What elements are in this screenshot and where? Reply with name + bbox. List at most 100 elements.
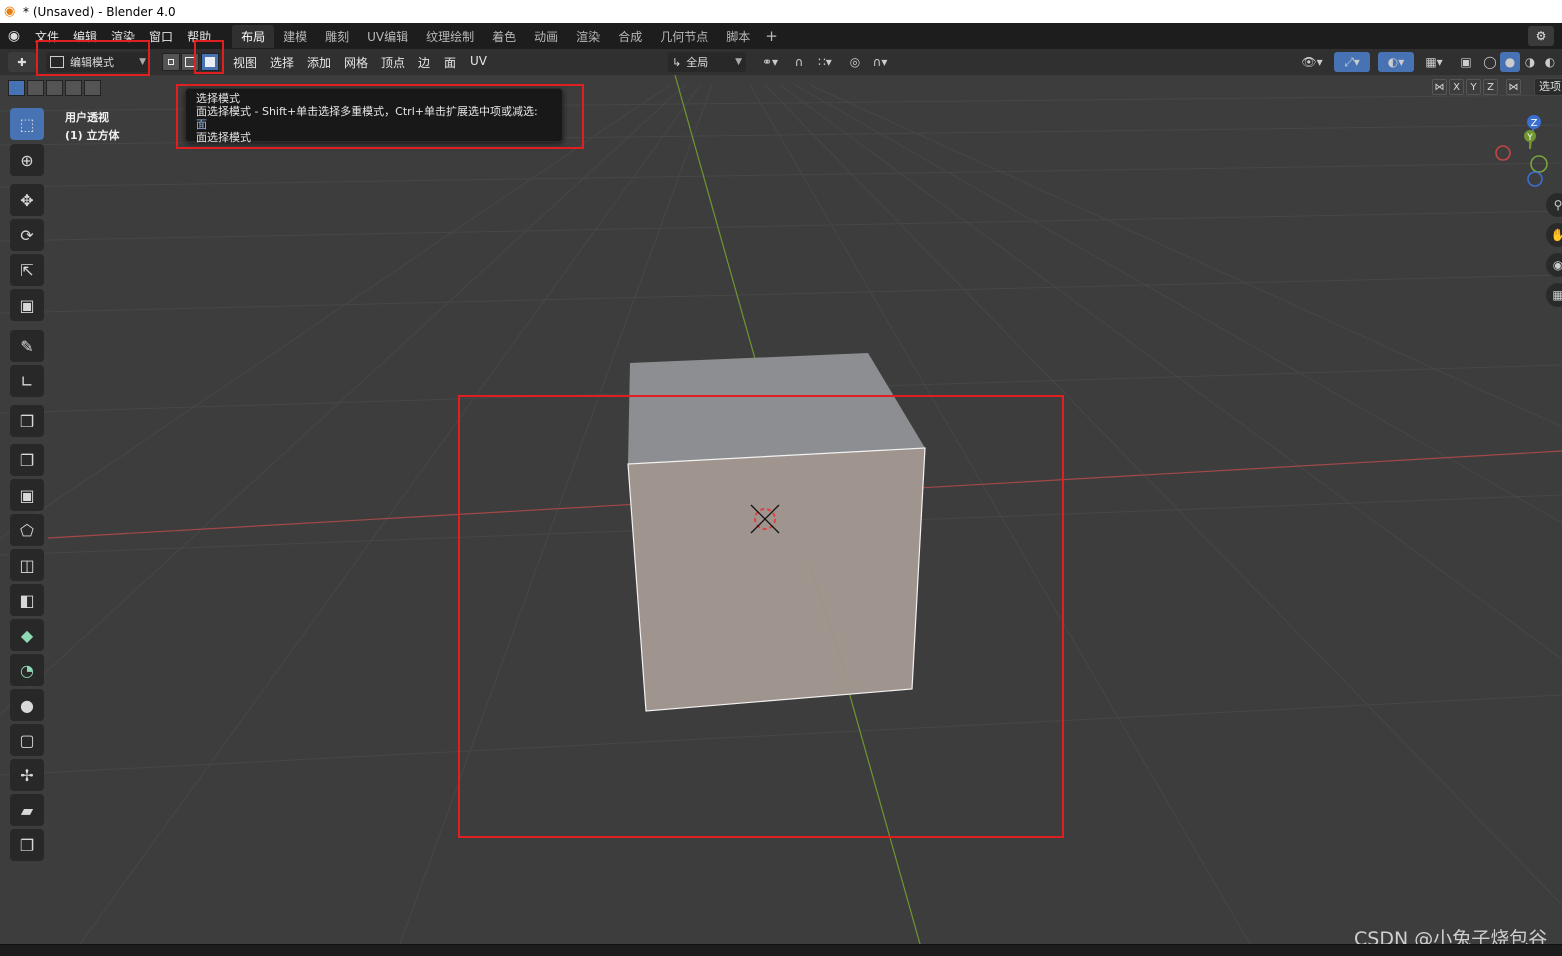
zoom-icon[interactable]: ⚲ — [1546, 193, 1562, 217]
falloff-icon: ∩▾ — [872, 55, 888, 69]
gizmo-z-label: Z — [1531, 118, 1538, 129]
tool-extrude[interactable]: ❐ — [10, 444, 44, 476]
shading-material-button[interactable]: ◑ — [1520, 52, 1540, 72]
tab-sculpting[interactable]: 雕刻 — [316, 25, 358, 48]
tool-shear[interactable]: ▰ — [10, 794, 44, 826]
tool-cursor[interactable]: ⊕ — [10, 144, 44, 176]
editor-type-icon: ✚ — [17, 55, 27, 69]
tool-scale[interactable]: ⇱ — [10, 254, 44, 286]
tab-modeling[interactable]: 建模 — [274, 25, 316, 48]
tool-rip[interactable]: ❐ — [10, 829, 44, 861]
tool-edge-slide[interactable]: ▢ — [10, 724, 44, 756]
tool-smooth[interactable]: ● — [10, 689, 44, 721]
tool-poly-build[interactable]: ◆ — [10, 619, 44, 651]
select-new-button[interactable] — [8, 80, 25, 96]
visibility-button[interactable]: 👁▾ — [1296, 52, 1328, 72]
tool-add-cube[interactable]: ❒ — [10, 405, 44, 437]
tab-geometry-nodes[interactable]: 几何节点 — [651, 25, 717, 48]
tool-move[interactable]: ✥ — [10, 184, 44, 216]
menu-edge[interactable]: 边 — [418, 54, 430, 71]
shear-icon: ▰ — [20, 800, 34, 820]
shading-wireframe-button[interactable]: ◯ — [1480, 52, 1500, 72]
axis-y-toggle[interactable]: Y — [1466, 79, 1481, 95]
menu-select[interactable]: 选择 — [270, 54, 294, 71]
select-subtract-button[interactable] — [46, 80, 63, 96]
wireframe-icon: ◯ — [1483, 55, 1497, 69]
mesh-edit-overlay-button[interactable]: ▦▾ — [1418, 52, 1450, 72]
status-bar — [0, 944, 1562, 956]
tab-compositing[interactable]: 合成 — [609, 25, 651, 48]
navigation-gizmo[interactable]: Z Y — [1490, 112, 1562, 192]
add-workspace-button[interactable]: + — [759, 27, 784, 45]
pivot-point-button[interactable]: ⚭▾ — [756, 52, 784, 72]
snap-target-button[interactable]: ∷▾ — [810, 52, 840, 72]
tab-layout[interactable]: 布局 — [232, 24, 275, 48]
tool-loop-cut[interactable]: ◫ — [10, 549, 44, 581]
overlay-icon: ◐▾ — [1387, 55, 1405, 69]
menu-mesh[interactable]: 网格 — [344, 54, 368, 71]
blender-logo-icon: ◉ — [4, 3, 16, 19]
menu-view[interactable]: 视图 — [233, 54, 257, 71]
active-object-name: (1) 立方体 — [65, 129, 120, 142]
rip-icon: ❐ — [19, 835, 35, 855]
mesh-overlay-icon: ▦▾ — [1425, 55, 1443, 69]
blender-menu-icon[interactable]: ◉ — [0, 28, 28, 44]
scene-selector-button[interactable]: ⚙ — [1528, 26, 1554, 46]
tool-select-box[interactable]: ⬚ — [10, 108, 44, 140]
menu-add[interactable]: 添加 — [307, 54, 331, 71]
knife-icon: ◧ — [19, 590, 35, 610]
axis-x-toggle[interactable]: X — [1449, 79, 1464, 95]
menu-uv[interactable]: UV — [470, 54, 487, 68]
menu-face[interactable]: 面 — [444, 54, 456, 71]
extrude-icon: ❐ — [19, 450, 35, 470]
tool-rotate[interactable]: ⟳ — [10, 219, 44, 251]
select-invert-button[interactable] — [65, 80, 82, 96]
solid-icon: ● — [1504, 55, 1516, 69]
tool-bevel[interactable]: ⬠ — [10, 514, 44, 546]
transform-orientation-dropdown[interactable]: ↳ 全局 ▼ — [668, 52, 746, 72]
gizmo-toggle-button[interactable]: ⤢▾ — [1334, 52, 1370, 72]
camera-icon[interactable]: ◉ — [1546, 253, 1562, 277]
tool-shrink-fatten[interactable]: ✢ — [10, 759, 44, 791]
magnet-icon: ∩ — [794, 55, 804, 69]
overlay-toggle-button[interactable]: ◐▾ — [1378, 52, 1414, 72]
tab-uv-editing[interactable]: UV编辑 — [358, 25, 417, 48]
xray-toggle-button[interactable]: ▣ — [1456, 52, 1476, 72]
tab-rendering[interactable]: 渲染 — [567, 25, 609, 48]
falloff-button[interactable]: ∩▾ — [866, 52, 894, 72]
viewport-header: ✚ 编辑模式 ▼ 视图 选择 添加 网格 顶点 边 面 UV ↳ 全局 ▼ ⚭▾… — [0, 49, 1562, 75]
proportional-edit-button[interactable]: ◎ — [846, 52, 864, 72]
bevel-icon: ⬠ — [20, 520, 34, 540]
select-intersect-button[interactable] — [84, 80, 101, 96]
tool-measure[interactable]: ∟ — [10, 365, 44, 397]
pan-hand-icon[interactable]: ✋ — [1546, 223, 1562, 247]
tool-annotate[interactable]: ✎ — [10, 330, 44, 362]
view-name: 用户透视 — [65, 111, 109, 124]
annotation-face-mode-box — [194, 40, 224, 74]
tool-spin[interactable]: ◔ — [10, 654, 44, 686]
vertex-select-mode-button[interactable] — [162, 53, 180, 71]
editor-type-button[interactable]: ✚ — [8, 52, 36, 72]
tool-knife[interactable]: ◧ — [10, 584, 44, 616]
menu-vertex[interactable]: 顶点 — [381, 54, 405, 71]
shading-rendered-button[interactable]: ◐ — [1540, 52, 1560, 72]
axis-z-toggle[interactable]: Z — [1483, 79, 1498, 95]
navigation-buttons: ⚲ ✋ ◉ ▦ — [1546, 193, 1562, 313]
auto-merge-icon[interactable]: ⋈ — [1506, 79, 1521, 95]
tab-scripting[interactable]: 脚本 — [717, 25, 759, 48]
options-button[interactable]: 选项 — [1534, 78, 1562, 96]
mirror-axis-toggles: ⋈ X Y Z ⋈ — [1432, 79, 1521, 95]
annotation-tooltip-box — [176, 84, 584, 149]
butterfly-icon[interactable]: ⋈ — [1432, 79, 1447, 95]
tool-transform[interactable]: ▣ — [10, 289, 44, 321]
perspective-grid-icon[interactable]: ▦ — [1546, 283, 1562, 307]
select-extend-button[interactable] — [27, 80, 44, 96]
snap-toggle-button[interactable]: ∩ — [790, 52, 808, 72]
tab-shading[interactable]: 着色 — [483, 25, 525, 48]
tool-inset[interactable]: ▣ — [10, 479, 44, 511]
window-title: * (Unsaved) - Blender 4.0 — [23, 4, 176, 19]
tab-texture-paint[interactable]: 纹理绘制 — [417, 25, 483, 48]
shading-solid-button[interactable]: ● — [1500, 52, 1520, 72]
proportional-icon: ◎ — [849, 55, 861, 69]
tab-animation[interactable]: 动画 — [525, 25, 567, 48]
